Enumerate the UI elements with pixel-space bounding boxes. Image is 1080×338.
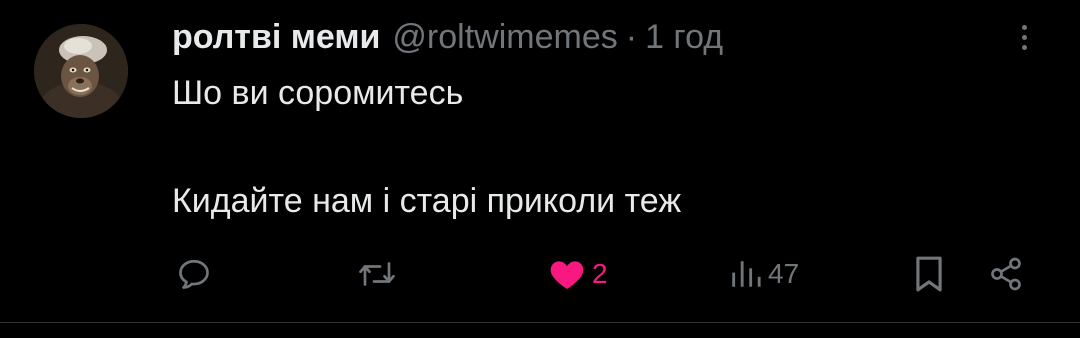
action-bar: 2 47 (0, 250, 1080, 298)
retweet-icon (359, 262, 395, 286)
more-options-icon[interactable] (1006, 14, 1042, 60)
divider (0, 322, 1080, 323)
views-button[interactable]: 47 (728, 250, 799, 298)
like-button[interactable]: 2 (548, 250, 608, 298)
reply-icon (179, 259, 209, 289)
heart-filled-icon (550, 261, 584, 290)
bookmark-button[interactable] (913, 250, 945, 298)
share-button[interactable] (988, 250, 1024, 298)
display-name[interactable]: ролтві меми (172, 18, 380, 57)
like-count: 2 (592, 258, 608, 289)
tweet-text-line-2: Кидайте нам і старі приколи теж (172, 182, 682, 220)
avatar[interactable] (34, 24, 128, 118)
reply-button[interactable] (176, 250, 212, 298)
avatar-image (34, 24, 128, 118)
retweet-button[interactable] (357, 250, 397, 298)
tweet-text-line-1: Шо ви соромитесь (172, 74, 464, 112)
share-icon (991, 257, 1021, 291)
user-handle[interactable]: @roltwimemes (392, 18, 617, 57)
tweet[interactable]: ролтві меми @roltwimemes · 1 год Шо ви с… (0, 0, 1080, 322)
views-chart-icon (732, 261, 761, 287)
views-count: 47 (768, 258, 800, 289)
tweet-header: ролтві меми @roltwimemes · 1 год (172, 14, 723, 60)
separator-dot: · (625, 17, 638, 56)
bookmark-icon (916, 256, 942, 292)
timestamp[interactable]: 1 год (645, 18, 723, 57)
